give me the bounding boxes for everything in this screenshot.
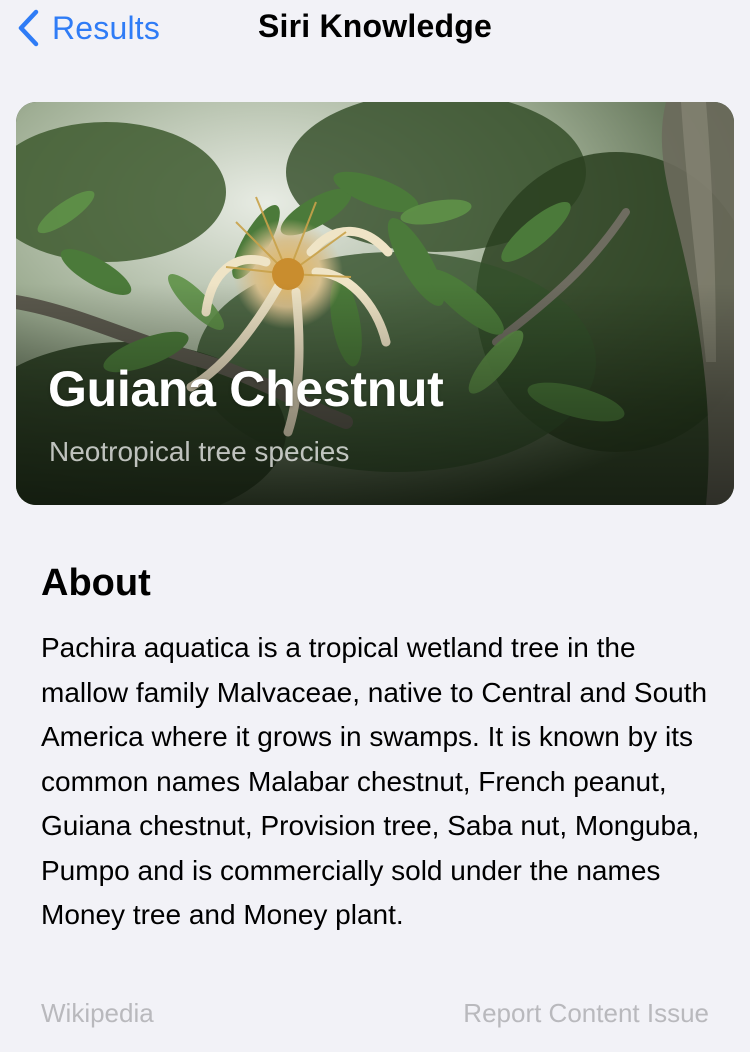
hero-card: Guiana Chestnut Neotropical tree species <box>16 102 734 505</box>
hero-title: Guiana Chestnut <box>48 361 444 417</box>
about-body: Pachira aquatica is a tropical wetland t… <box>41 632 708 930</box>
navigation-bar: Results Siri Knowledge <box>0 0 750 60</box>
report-issue-link[interactable]: Report Content Issue <box>463 998 709 1029</box>
about-heading: About <box>41 562 151 604</box>
page-title: Siri Knowledge <box>258 8 492 44</box>
hero-subtitle: Neotropical tree species <box>49 436 350 467</box>
source-link[interactable]: Wikipedia <box>41 998 154 1029</box>
